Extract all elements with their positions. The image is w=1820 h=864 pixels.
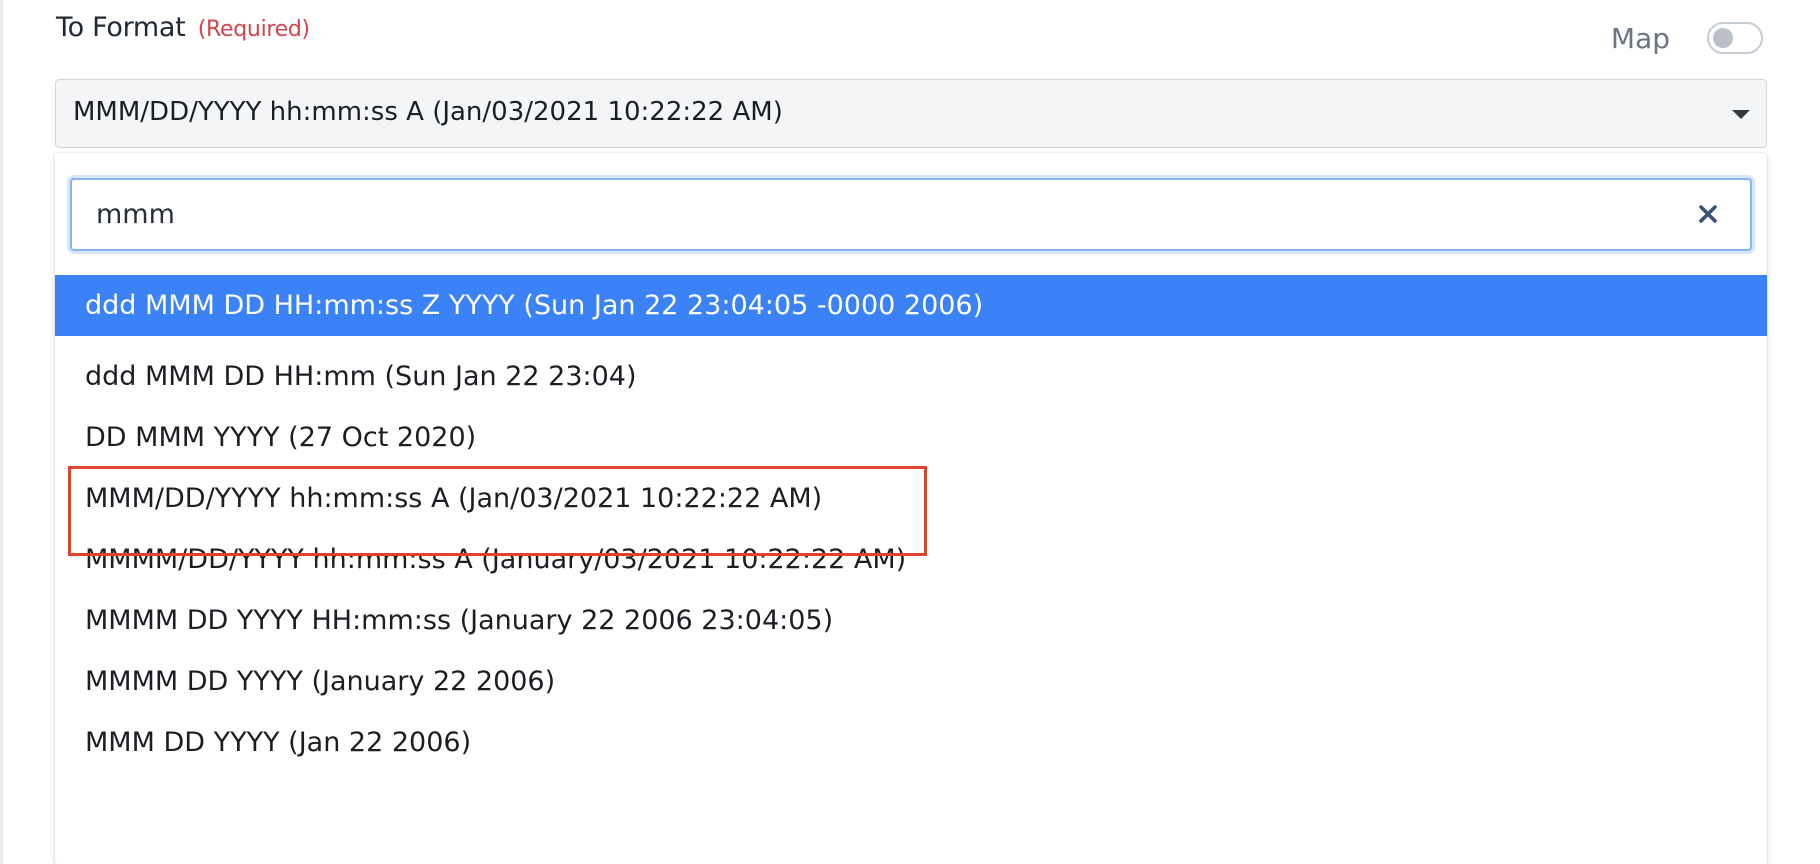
map-toggle-label: Map — [1610, 22, 1670, 55]
option-item[interactable]: MMMM DD YYYY HH:mm:ss (January 22 2006 2… — [55, 590, 1767, 651]
caret-down-icon — [1732, 110, 1750, 119]
option-item[interactable]: ddd MMM DD HH:mm:ss Z YYYY (Sun Jan 22 2… — [55, 275, 1767, 336]
option-item[interactable]: DD MMM YYYY (27 Oct 2020) — [55, 407, 1767, 468]
options-list: ddd MMM DD HH:mm:ss Z YYYY (Sun Jan 22 2… — [55, 275, 1767, 773]
option-item[interactable]: MMM/DD/YYYY hh:mm:ss A (Jan/03/2021 10:2… — [55, 468, 1767, 529]
select-value: MMM/DD/YYYY hh:mm:ss A (Jan/03/2021 10:2… — [73, 97, 783, 127]
dropdown-panel: ddd MMM DD HH:mm:ss Z YYYY (Sun Jan 22 2… — [55, 153, 1767, 864]
format-selector-panel: To Format (Required) Map MMM/DD/YYYY hh:… — [0, 0, 1820, 864]
option-item[interactable]: MMMM DD YYYY (January 22 2006) — [55, 651, 1767, 712]
map-toggle[interactable] — [1707, 22, 1763, 54]
close-icon[interactable] — [1694, 200, 1722, 228]
field-label-text: To Format — [56, 12, 186, 43]
option-item[interactable]: MMMM/DD/YYYY hh:mm:ss A (January/03/2021… — [55, 529, 1767, 590]
required-indicator: (Required) — [197, 17, 310, 42]
search-box — [70, 178, 1752, 251]
option-item[interactable]: ddd MMM DD HH:mm (Sun Jan 22 23:04) — [55, 346, 1767, 407]
field-label: To Format (Required) — [56, 12, 310, 43]
option-item[interactable]: MMM DD YYYY (Jan 22 2006) — [55, 712, 1767, 773]
left-divider — [0, 0, 3, 864]
format-select[interactable]: MMM/DD/YYYY hh:mm:ss A (Jan/03/2021 10:2… — [55, 79, 1767, 148]
search-input[interactable] — [80, 186, 1680, 243]
toggle-knob — [1713, 28, 1733, 48]
